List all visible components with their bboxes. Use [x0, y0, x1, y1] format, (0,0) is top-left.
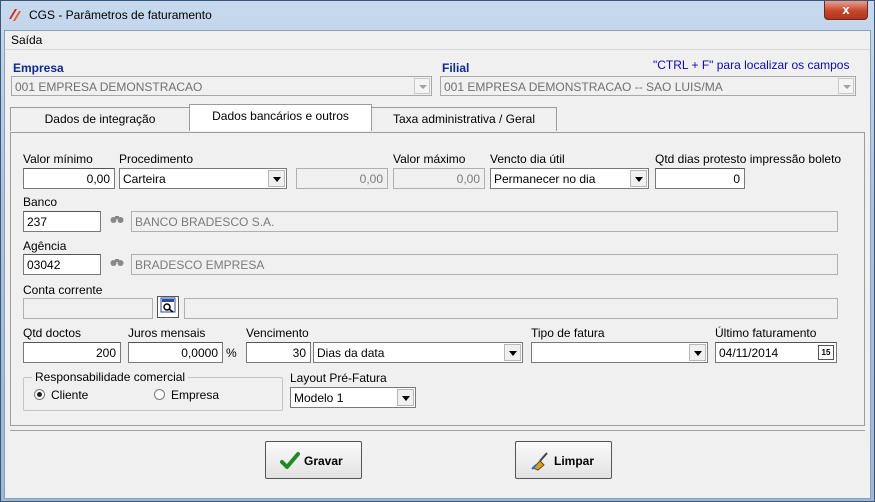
radio-cliente[interactable]: Cliente	[34, 388, 88, 402]
banco-code-field[interactable]: 237	[23, 211, 101, 232]
filial-combo[interactable]: 001 EMPRESA DEMONSTRACAO -- SAO LUIS/MA	[440, 76, 856, 96]
qtd-dias-protesto-field[interactable]: 0	[655, 168, 745, 189]
tab-dados-integracao[interactable]: Dados de integração	[10, 107, 190, 131]
ultimo-faturamento-field[interactable]: 04/11/2014 15	[715, 342, 837, 363]
main-window: CGS - Parâmetros de faturamento x Saída …	[0, 0, 875, 502]
vencto-dia-util-label: Vencto dia útil	[490, 152, 565, 166]
filial-value: 001 EMPRESA DEMONSTRACAO -- SAO LUIS/MA	[444, 80, 723, 94]
valor-maximo-label: Valor máximo	[393, 152, 466, 166]
radio-checked-icon	[34, 389, 45, 400]
responsabilidade-label: Responsabilidade comercial	[32, 370, 189, 384]
chevron-down-icon[interactable]	[689, 344, 706, 361]
procedimento-valor-field: 0,00	[296, 168, 388, 189]
agencia-label: Agência	[23, 239, 67, 253]
tipo-fatura-select[interactable]	[531, 342, 708, 363]
valor-minimo-field[interactable]: 0,00	[23, 168, 115, 189]
tab-taxa-administrativa[interactable]: Taxa administrativa / Geral	[371, 107, 557, 131]
bottom-divider	[10, 430, 865, 431]
search-icon[interactable]	[157, 296, 179, 318]
banco-name-field: BANCO BRADESCO S.A.	[131, 211, 838, 232]
title-bar[interactable]: CGS - Parâmetros de faturamento x	[1, 1, 874, 30]
conta-corrente-name-field	[184, 298, 838, 319]
layout-pre-fatura-label: Layout Pré-Fatura	[290, 371, 387, 385]
chevron-down-icon[interactable]	[397, 389, 414, 406]
menu-bar: Saída	[5, 31, 870, 50]
qtd-doctos-field[interactable]: 200	[23, 342, 121, 363]
procedimento-label: Procedimento	[119, 152, 194, 166]
close-button[interactable]: x	[824, 1, 868, 20]
window-client-area: Saída Empresa 001 EMPRESA DEMONSTRACAO F…	[4, 30, 871, 499]
window-title: CGS - Parâmetros de faturamento	[29, 8, 212, 22]
chevron-down-icon[interactable]	[414, 78, 430, 94]
agencia-code-field[interactable]: 03042	[23, 254, 101, 275]
eraser-broom-icon	[531, 452, 548, 471]
responsabilidade-group: Responsabilidade comercial Cliente Empre…	[23, 370, 283, 411]
conta-corrente-code-field	[23, 298, 153, 319]
ultimo-faturamento-label: Último faturamento	[715, 326, 817, 340]
vencto-dia-util-select[interactable]: Permanecer no dia	[490, 168, 649, 189]
juros-mensais-field[interactable]: 0,0000	[128, 342, 223, 363]
radio-unchecked-icon	[154, 389, 165, 400]
vencimento-type-select[interactable]: Dias da data	[313, 342, 523, 363]
filial-label: Filial	[442, 61, 470, 75]
layout-pre-fatura-select[interactable]: Modelo 1	[290, 387, 416, 408]
chevron-down-icon[interactable]	[838, 78, 854, 94]
agencia-name-field: BRADESCO EMPRESA	[131, 254, 838, 275]
valor-maximo-field: 0,00	[393, 168, 485, 189]
radio-empresa[interactable]: Empresa	[154, 388, 219, 402]
chevron-down-icon[interactable]	[630, 170, 647, 187]
search-hint: "CTRL + F" para localizar os campos	[653, 58, 850, 72]
calendar-icon[interactable]: 15	[818, 345, 834, 360]
qtd-doctos-label: Qtd doctos	[23, 326, 82, 340]
vencimento-days-field[interactable]: 30	[246, 342, 311, 363]
gravar-button[interactable]: Gravar	[265, 441, 362, 479]
empresa-label: Empresa	[13, 61, 64, 75]
percent-unit: %	[226, 346, 237, 360]
qtd-dias-protesto-label: Qtd dias protesto impressão boleto	[655, 152, 842, 166]
empresa-combo[interactable]: 001 EMPRESA DEMONSTRACAO	[11, 76, 432, 96]
app-logo-icon	[9, 9, 21, 21]
binoculars-icon[interactable]	[106, 211, 128, 233]
tab-dados-bancarios[interactable]: Dados bancários e outros	[189, 104, 372, 131]
tipo-fatura-label: Tipo de fatura	[531, 326, 605, 340]
chevron-down-icon[interactable]	[504, 344, 521, 361]
binoculars-icon[interactable]	[106, 254, 128, 276]
procedimento-select[interactable]: Carteira	[119, 168, 287, 189]
banco-label: Banco	[23, 195, 58, 209]
checkmark-icon	[280, 452, 300, 469]
limpar-button[interactable]: Limpar	[515, 441, 612, 479]
conta-corrente-label: Conta corrente	[23, 283, 103, 297]
empresa-value: 001 EMPRESA DEMONSTRACAO	[15, 80, 203, 94]
vencimento-label: Vencimento	[246, 326, 309, 340]
chevron-down-icon[interactable]	[268, 170, 285, 187]
juros-mensais-label: Juros mensais	[128, 326, 206, 340]
tab-panel: Valor mínimo 0,00 Procedimento Carteira …	[10, 132, 865, 426]
valor-minimo-label: Valor mínimo	[23, 152, 93, 166]
menu-item-saida[interactable]: Saída	[11, 33, 42, 47]
